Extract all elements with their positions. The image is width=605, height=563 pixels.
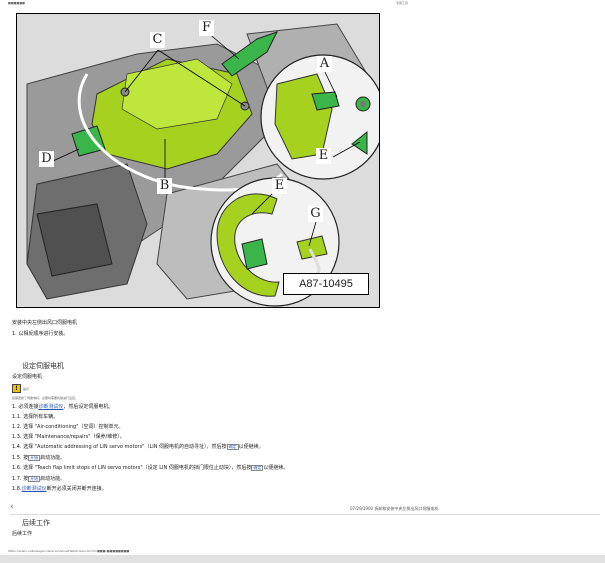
install-step: 1. 以相反顺序进行安装。 xyxy=(12,331,69,337)
after-title: 后续工作 xyxy=(22,519,50,527)
diagram-figure: C F A D E B E G A87-10495 xyxy=(16,13,386,308)
note-text: 如需更换了伺服电机，必要时需要机械进行设定。 xyxy=(12,396,79,400)
setting-subtitle: 设定伺服电机 xyxy=(12,374,43,380)
install-heading: 安装中央左侧出风口伺服电机 xyxy=(12,320,78,326)
confirm-button[interactable]: 确定 xyxy=(226,444,239,450)
divider xyxy=(10,514,600,515)
step-item: 1.2. 选择 "Air-conditioning"（空调）控制单元。 xyxy=(12,424,124,430)
step-item: 1.8.诊断测试仪断开必须关闭并断开连接。 xyxy=(12,486,107,492)
callout-label: G xyxy=(308,206,323,222)
figure-code: A87-10495 xyxy=(283,273,369,295)
warning-icon: ! xyxy=(12,384,21,393)
callout-label: F xyxy=(199,20,214,36)
callout-label: E xyxy=(272,178,287,194)
step-item: 1.3. 选择 "Maintenance/repairs"（保养/维修）。 xyxy=(12,434,125,440)
step-item: 1.6. 选择 "Teach flap limit stops of LIN s… xyxy=(12,465,289,471)
diag-tester-link[interactable]: 诊断测试仪 xyxy=(38,404,63,410)
callout-label: B xyxy=(157,178,172,194)
diag-tester-link[interactable]: 诊断测试仪 xyxy=(22,486,47,492)
start-button[interactable]: 开始 xyxy=(28,455,41,461)
after-subtitle: 后续工作 xyxy=(12,531,33,537)
footer-url: https://erwin.volkswagen.de/erwin/showHe… xyxy=(8,549,130,553)
note-label: 提示 xyxy=(23,387,30,391)
step-item: 1.4. 选择 "Automatic addressing of LIN ser… xyxy=(12,444,264,450)
topbar-right: 专用工具 xyxy=(396,1,409,5)
setting-title: 设定伺服电机 xyxy=(22,362,64,370)
step-item: 1.7. 按开始 启动功能。 xyxy=(12,476,66,482)
callout-label: D xyxy=(39,151,54,167)
back-arrow-icon[interactable]: ‹ xyxy=(10,502,14,512)
step-item: 1.5. 按开始 启动功能。 xyxy=(12,455,66,461)
step-item: 1. 必须连接诊断测试仪，然后设定伺服电机。 xyxy=(12,404,114,410)
nav-page-title[interactable]: 07/29/1900 拆卸和安装中央左侧出风口伺服电机 xyxy=(350,506,438,512)
topbar-left: ■■■■■■ xyxy=(8,1,26,5)
callout-label: C xyxy=(150,32,165,48)
step-item: 1.1. 选择所有车辆。 xyxy=(12,414,59,420)
callout-label: E xyxy=(316,148,331,164)
bottom-bar xyxy=(0,555,605,563)
confirm-button[interactable]: 确定 xyxy=(251,465,264,471)
start-button[interactable]: 开始 xyxy=(28,476,41,482)
callout-label: A xyxy=(317,56,332,72)
